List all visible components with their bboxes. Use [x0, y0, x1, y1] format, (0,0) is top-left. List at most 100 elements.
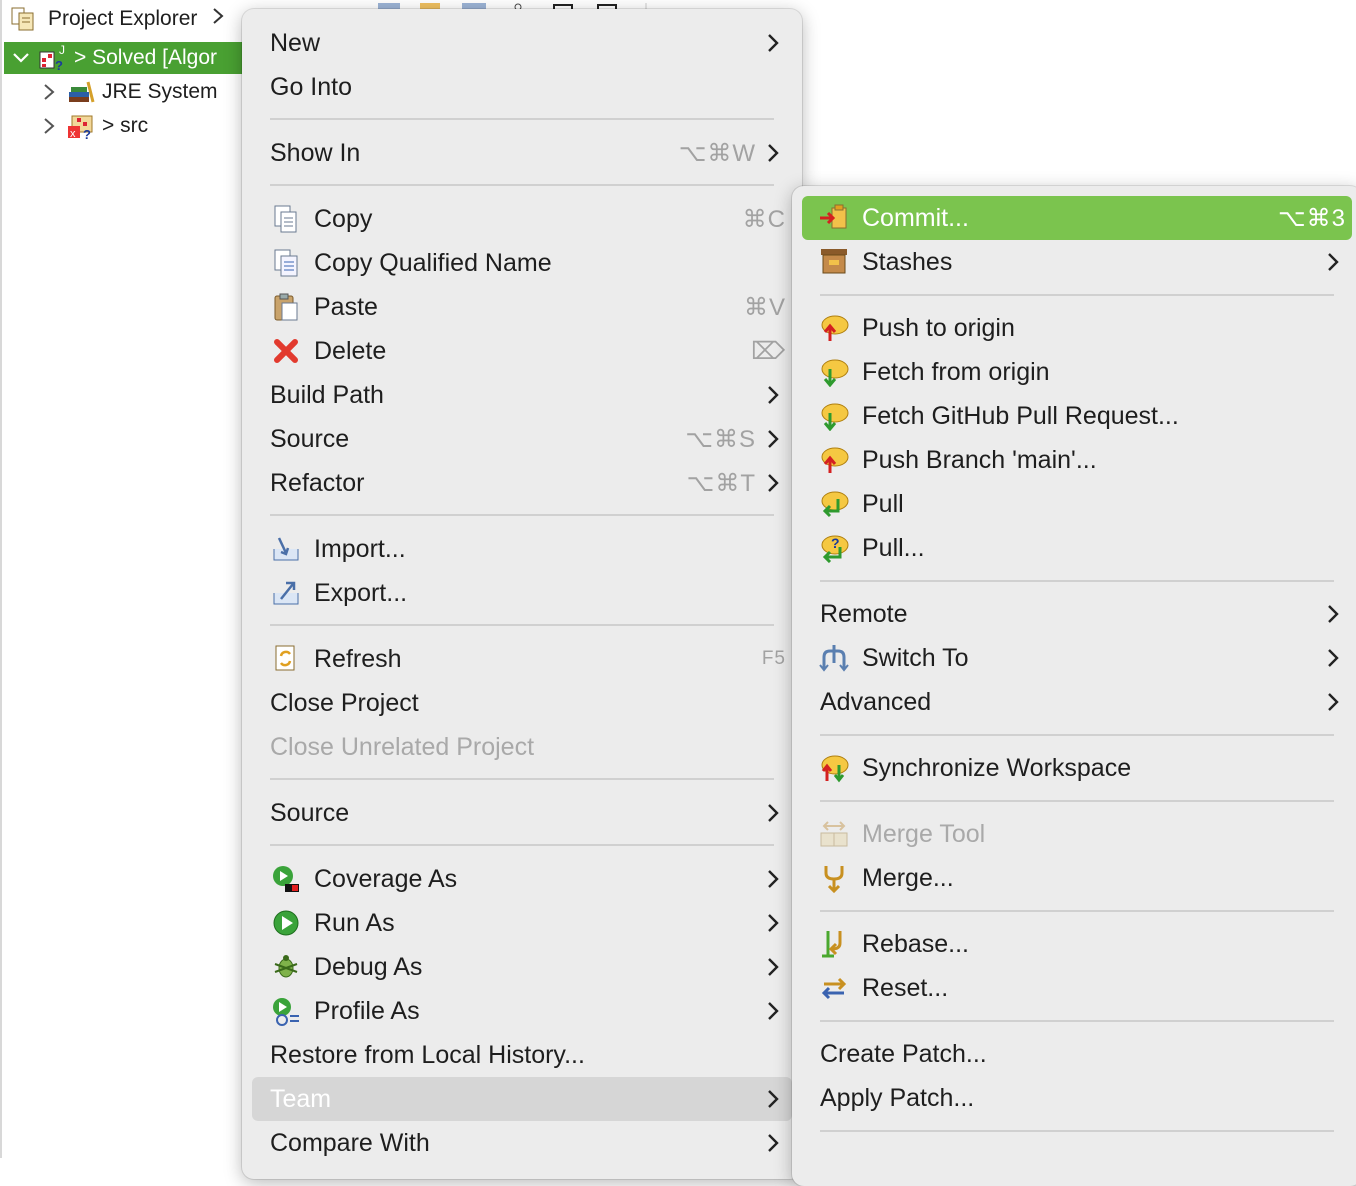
submenu-arrow-icon	[762, 428, 784, 450]
project-icon: ? J	[38, 43, 68, 73]
menu-item-push-to-origin[interactable]: Push to origin	[802, 308, 1352, 348]
menu-item-source-2[interactable]: Source	[252, 793, 792, 833]
menu-item-build-path[interactable]: Build Path	[252, 375, 792, 415]
chevron-right-icon[interactable]	[4, 83, 66, 101]
menu-item-go-into[interactable]: Go Into	[252, 67, 792, 107]
menu-item-merge-tool: Merge Tool	[802, 814, 1352, 854]
menu-item-close-project[interactable]: Close Project	[252, 683, 792, 723]
commit-icon	[818, 202, 850, 234]
reset-icon	[818, 972, 850, 1004]
menu-item-compare-with[interactable]: Compare With	[252, 1123, 792, 1163]
view-title: Project Explorer	[48, 7, 198, 30]
menu-item-label: Import...	[314, 534, 406, 563]
tree-item-jre[interactable]: JRE System	[4, 76, 254, 108]
menu-item-label: Close Project	[270, 688, 419, 717]
menu-item-copy[interactable]: Copy ⌘C	[252, 199, 792, 239]
menu-item-source[interactable]: Source ⌥⌘S	[252, 419, 792, 459]
menu-item-label: Fetch from origin	[862, 357, 1050, 386]
menu-item-label: Copy Qualified Name	[314, 248, 552, 277]
chevron-down-icon[interactable]	[4, 51, 38, 65]
menu-item-fetch-from-origin[interactable]: Fetch from origin	[802, 352, 1352, 392]
menu-item-refresh[interactable]: Refresh F5	[252, 639, 792, 679]
team-submenu: Commit... ⌥⌘3 Stashes Push to origin Fet…	[792, 186, 1356, 1186]
menu-item-label: Run As	[314, 908, 395, 937]
menu-separator	[270, 844, 774, 846]
menu-separator	[820, 1130, 1334, 1132]
menu-item-label: Push Branch 'main'...	[862, 445, 1097, 474]
menu-separator	[270, 778, 774, 780]
menu-separator	[820, 734, 1334, 736]
menu-item-stashes[interactable]: Stashes	[802, 242, 1352, 282]
profile-icon	[270, 995, 302, 1027]
menu-item-show-in[interactable]: Show In ⌥⌘W	[252, 133, 792, 173]
menu-item-import[interactable]: Import...	[252, 529, 792, 569]
menu-item-rebase[interactable]: Rebase...	[802, 924, 1352, 964]
menu-item-label: Create Patch...	[820, 1039, 987, 1068]
import-icon	[270, 533, 302, 565]
menu-item-fetch-github-pr[interactable]: Fetch GitHub Pull Request...	[802, 396, 1352, 436]
menu-item-label: Coverage As	[314, 864, 458, 893]
pull-dialog-icon: ?	[818, 532, 850, 564]
menu-item-commit[interactable]: Commit... ⌥⌘3	[802, 196, 1352, 240]
menu-item-restore-local-history[interactable]: Restore from Local History...	[252, 1035, 792, 1075]
project-explorer-header[interactable]: Project Explorer	[10, 3, 225, 35]
menu-item-label: Show In	[270, 138, 361, 167]
menu-item-advanced[interactable]: Advanced	[802, 682, 1352, 722]
menu-item-debug-as[interactable]: Debug As	[252, 947, 792, 987]
coverage-icon	[270, 863, 302, 895]
menu-item-reset[interactable]: Reset...	[802, 968, 1352, 1008]
chevron-right-icon[interactable]	[211, 7, 225, 31]
stashes-icon	[818, 246, 850, 278]
merge-icon	[818, 862, 850, 894]
tree-item-project[interactable]: ? J > Solved [Algor	[4, 42, 254, 74]
menu-item-label: Fetch GitHub Pull Request...	[862, 401, 1179, 430]
menu-item-switch-to[interactable]: Switch To	[802, 638, 1352, 678]
menu-item-synchronize-workspace[interactable]: Synchronize Workspace	[802, 748, 1352, 788]
menu-item-paste[interactable]: Paste ⌘V	[252, 287, 792, 327]
menu-item-create-patch[interactable]: Create Patch...	[802, 1034, 1352, 1074]
menu-item-label: Push to origin	[862, 313, 1015, 342]
package-folder-icon: x?	[66, 112, 96, 142]
submenu-arrow-icon	[762, 472, 784, 494]
menu-item-pull[interactable]: Pull	[802, 484, 1352, 524]
menu-item-copy-qualified-name[interactable]: Copy Qualified Name	[252, 243, 792, 283]
menu-item-profile-as[interactable]: Profile As	[252, 991, 792, 1031]
menu-item-pull-dialog[interactable]: ? Pull...	[802, 528, 1352, 568]
project-explorer-icon	[10, 6, 36, 32]
menu-item-new[interactable]: New	[252, 23, 792, 63]
menu-item-label: Refresh	[314, 644, 402, 673]
menu-item-run-as[interactable]: Run As	[252, 903, 792, 943]
menu-item-remote[interactable]: Remote	[802, 594, 1352, 634]
submenu-arrow-icon	[762, 1088, 784, 1110]
svg-text:?: ?	[55, 58, 63, 72]
menu-item-export[interactable]: Export...	[252, 573, 792, 613]
menu-separator	[270, 624, 774, 626]
menu-item-delete[interactable]: Delete ⌦	[252, 331, 792, 371]
menu-item-refactor[interactable]: Refactor ⌥⌘T	[252, 463, 792, 503]
menu-item-push-branch[interactable]: Push Branch 'main'...	[802, 440, 1352, 480]
fetch-icon	[818, 356, 850, 388]
menu-item-team[interactable]: Team	[252, 1077, 792, 1121]
menu-separator	[820, 580, 1334, 582]
chevron-right-icon[interactable]	[4, 117, 66, 135]
menu-item-merge[interactable]: Merge...	[802, 858, 1352, 898]
submenu-arrow-icon	[762, 868, 784, 890]
synchronize-icon	[818, 752, 850, 784]
menu-item-apply-patch[interactable]: Apply Patch...	[802, 1078, 1352, 1118]
menu-item-label: Pull	[862, 489, 904, 518]
copy-icon	[270, 203, 302, 235]
tree-item-label: > Solved [Algor	[74, 46, 218, 69]
menu-item-label: Go Into	[270, 72, 352, 101]
merge-tool-icon	[818, 818, 850, 850]
menu-item-label: Source	[270, 798, 350, 827]
menu-item-label: Build Path	[270, 380, 384, 409]
tree-item-src[interactable]: x? > src	[4, 110, 254, 142]
svg-text:x: x	[70, 128, 76, 140]
menu-item-label: Commit...	[862, 203, 969, 232]
submenu-arrow-icon	[762, 142, 784, 164]
menu-item-label: Merge...	[862, 863, 954, 892]
menu-item-label: Export...	[314, 578, 408, 607]
menu-item-coverage-as[interactable]: Coverage As	[252, 859, 792, 899]
submenu-arrow-icon	[1322, 251, 1344, 273]
refresh-icon	[270, 643, 302, 675]
